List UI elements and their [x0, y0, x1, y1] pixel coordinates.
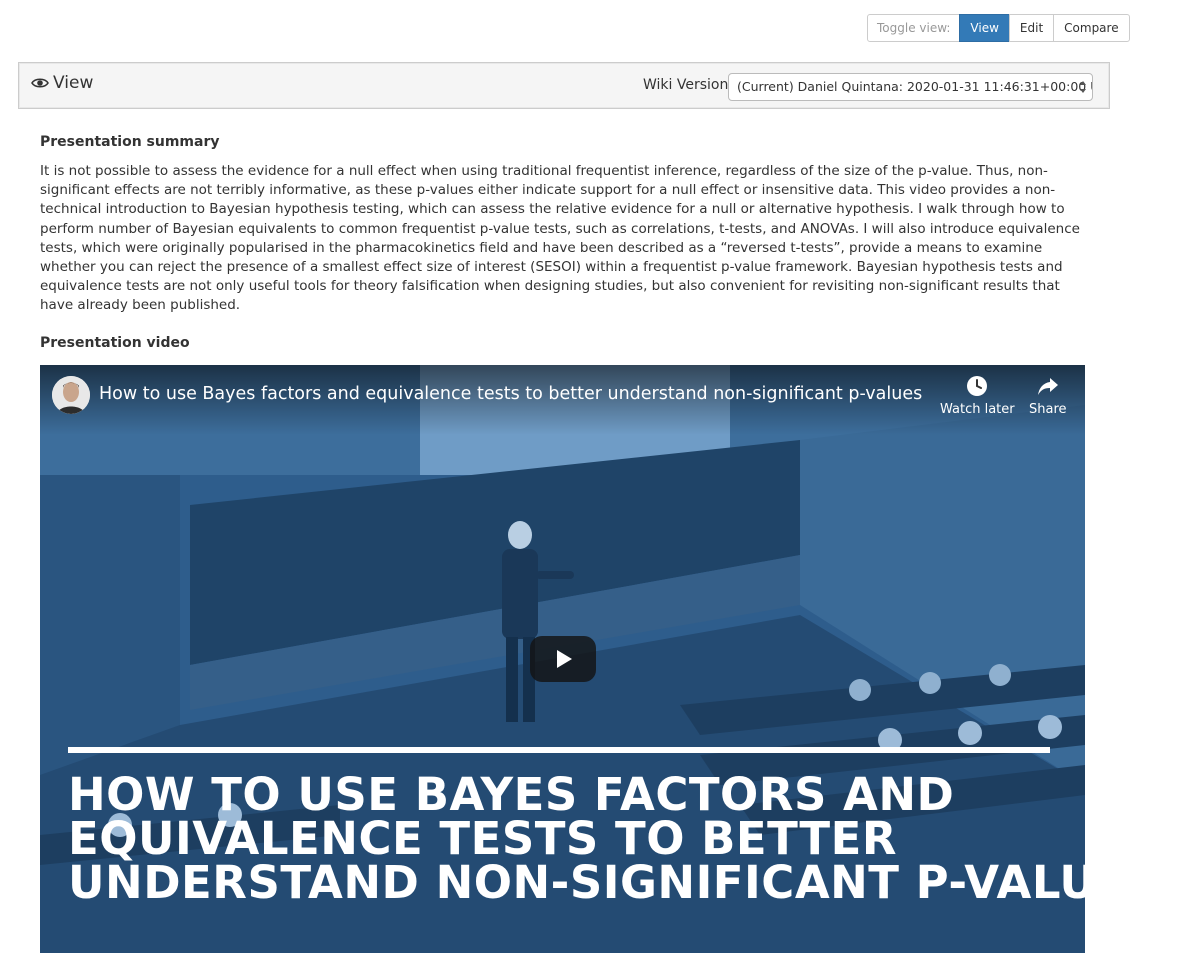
- presentation-summary-heading: Presentation summary: [40, 134, 220, 150]
- channel-avatar[interactable]: [52, 376, 90, 414]
- overlay-title-rule: [68, 747, 1050, 753]
- view-toggle-button[interactable]: View: [959, 14, 1010, 42]
- toggle-view-label: Toggle view:: [867, 14, 961, 42]
- clock-icon: [967, 376, 988, 396]
- overlay-title: HOW TO USE BAYES FACTORS AND EQUIVALENCE…: [68, 768, 1085, 909]
- overlay-title-line-3: UNDERSTAND NON-SIGNIFICANT P-VALUES: [68, 856, 1085, 909]
- avatar-portrait-icon: [52, 376, 90, 414]
- share-label: Share: [1029, 402, 1067, 417]
- watch-later-label: Watch later: [940, 402, 1015, 417]
- select-arrows-icon: [1080, 81, 1086, 93]
- eye-icon: [31, 78, 49, 88]
- toggle-view-bar: Toggle view: View Edit Compare: [867, 14, 1130, 42]
- share-button[interactable]: Share: [1029, 375, 1067, 417]
- edit-toggle-button[interactable]: Edit: [1008, 14, 1055, 42]
- overlay-title-line-2: EQUIVALENCE TESTS TO BETTER: [68, 812, 897, 865]
- view-panel-title: View: [31, 73, 93, 93]
- wiki-version-value: (Current) Daniel Quintana: 2020-01-31 11…: [737, 79, 1093, 94]
- presentation-summary-text: It is not possible to assess the evidenc…: [40, 163, 1080, 314]
- wiki-version-select[interactable]: (Current) Daniel Quintana: 2020-01-31 11…: [728, 73, 1093, 101]
- compare-toggle-button[interactable]: Compare: [1053, 14, 1130, 42]
- view-panel: View Wiki Version: (Current) Daniel Quin…: [18, 62, 1110, 109]
- view-title-text: View: [53, 73, 94, 93]
- wiki-version-label: Wiki Version:: [643, 77, 734, 93]
- video-title[interactable]: How to use Bayes factors and equivalence…: [99, 384, 922, 404]
- share-arrow-icon: [1037, 378, 1058, 395]
- overlay-title-line-1: HOW TO USE BAYES FACTORS AND: [68, 768, 955, 821]
- presentation-video-heading: Presentation video: [40, 335, 190, 351]
- play-button[interactable]: [530, 636, 596, 682]
- play-icon: [557, 650, 572, 668]
- watch-later-button[interactable]: Watch later: [940, 375, 1015, 417]
- video-player[interactable]: How to use Bayes factors and equivalence…: [40, 365, 1085, 953]
